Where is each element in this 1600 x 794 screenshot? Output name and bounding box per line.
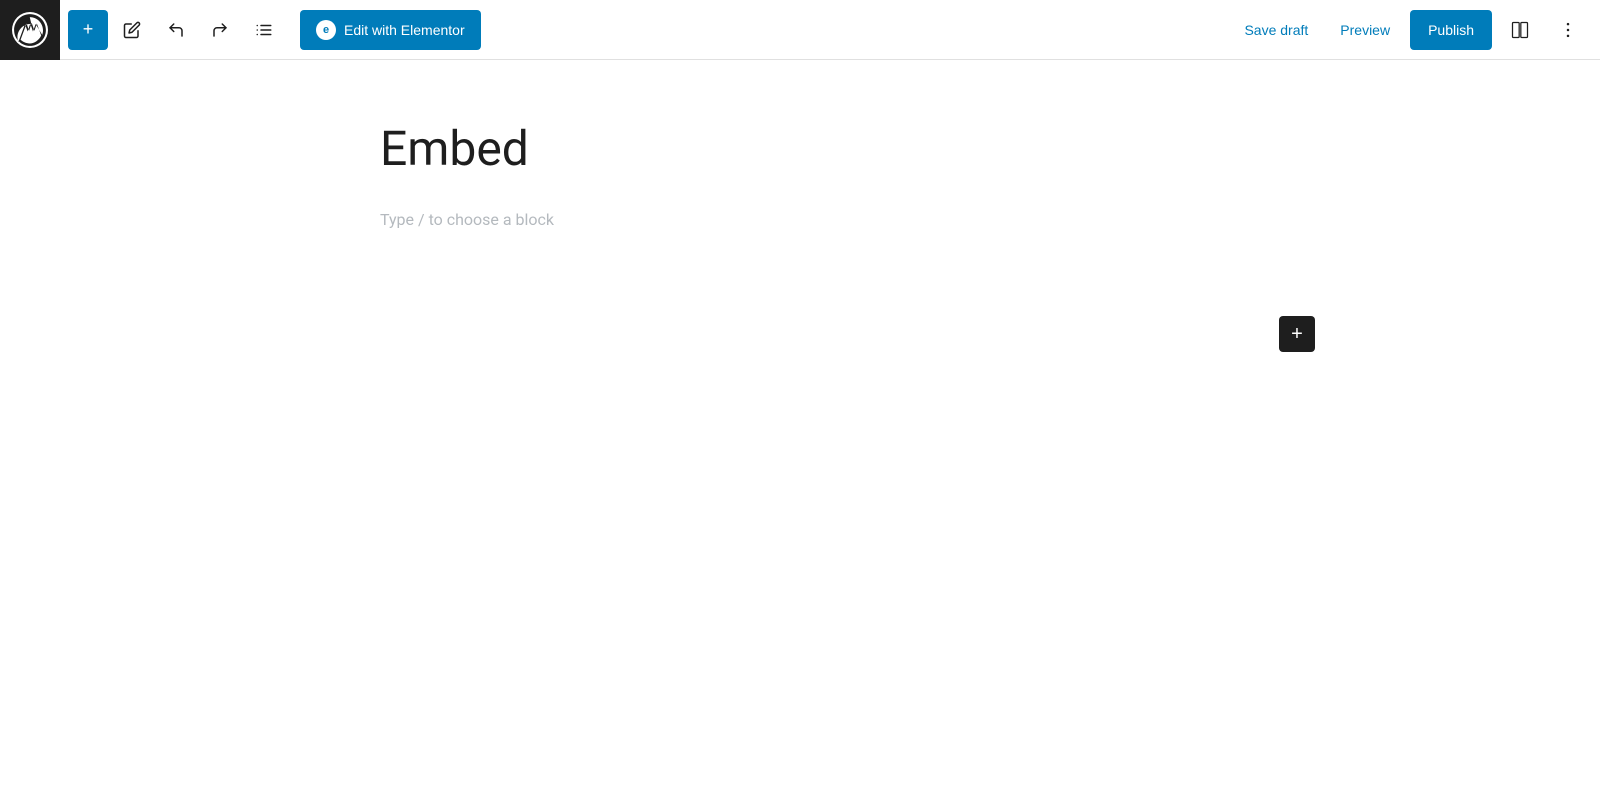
- preview-label: Preview: [1340, 22, 1390, 38]
- toolbar: +: [0, 0, 1600, 60]
- toolbar-right: Save draft Preview Publish: [1232, 10, 1588, 50]
- plus-float-icon: +: [1291, 323, 1303, 346]
- toolbar-left: +: [68, 10, 481, 50]
- plus-icon: +: [83, 19, 94, 40]
- editor-area: Embed Type / to choose a block: [380, 120, 1220, 714]
- edit-elementor-button[interactable]: e Edit with Elementor: [300, 10, 481, 50]
- list-icon: [255, 21, 273, 39]
- redo-icon: [211, 21, 229, 39]
- publish-button[interactable]: Publish: [1410, 10, 1492, 50]
- view-toggle-button[interactable]: [1500, 10, 1540, 50]
- wp-logo[interactable]: [0, 0, 60, 60]
- block-placeholder[interactable]: Type / to choose a block: [380, 210, 1220, 229]
- publish-label: Publish: [1428, 22, 1474, 38]
- undo-button[interactable]: [156, 10, 196, 50]
- elementor-icon: e: [316, 20, 336, 40]
- pencil-icon: [123, 21, 141, 39]
- save-draft-label: Save draft: [1244, 22, 1308, 38]
- add-block-button[interactable]: +: [68, 10, 108, 50]
- more-options-button[interactable]: [1548, 10, 1588, 50]
- view-toggle-icon: [1510, 20, 1530, 40]
- edit-elementor-label: Edit with Elementor: [344, 22, 465, 38]
- list-view-button[interactable]: [244, 10, 284, 50]
- post-title[interactable]: Embed: [380, 120, 1220, 178]
- undo-icon: [167, 21, 185, 39]
- main-content: Embed Type / to choose a block: [0, 60, 1600, 734]
- preview-button[interactable]: Preview: [1328, 14, 1402, 46]
- more-options-icon: [1558, 20, 1578, 40]
- add-block-float-button[interactable]: +: [1279, 316, 1315, 352]
- save-draft-button[interactable]: Save draft: [1232, 14, 1320, 46]
- tools-button[interactable]: [112, 10, 152, 50]
- redo-button[interactable]: [200, 10, 240, 50]
